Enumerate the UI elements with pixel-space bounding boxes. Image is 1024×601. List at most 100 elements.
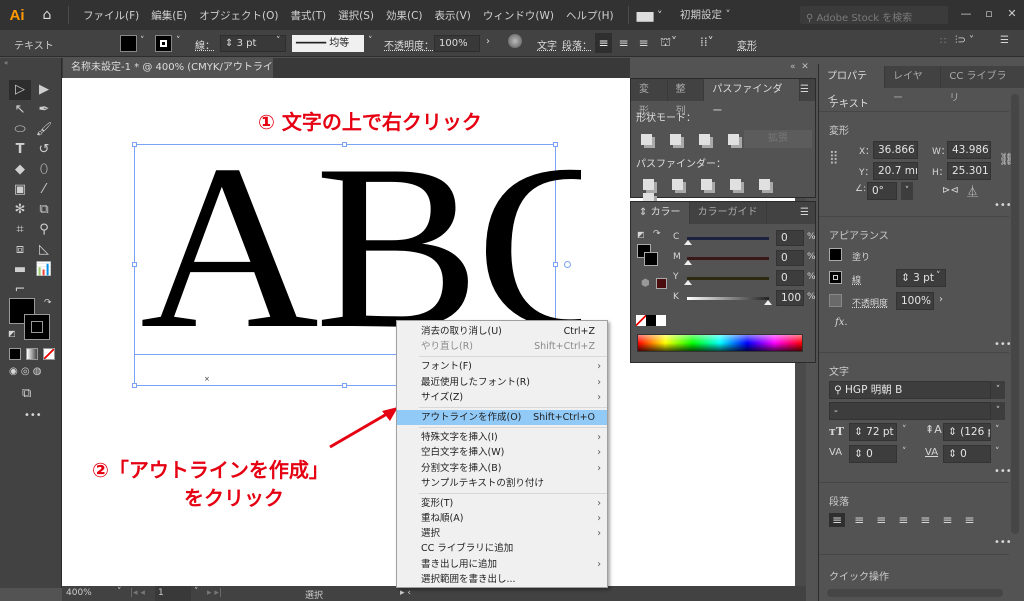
chevron-down-icon[interactable]: ˅ — [991, 381, 1005, 399]
vertical-scrollbar[interactable] — [1011, 94, 1019, 534]
align-center-button[interactable]: ≡ — [615, 33, 632, 53]
context-menu-item[interactable]: サンプルテキストの割り付け — [397, 476, 607, 491]
more-options-icon[interactable]: ••• — [994, 339, 1012, 350]
recolor-icon[interactable] — [508, 34, 522, 48]
panel-menu-icon[interactable]: ☰ — [1000, 35, 1009, 46]
maximize-button[interactable]: ▫ — [978, 6, 1000, 22]
fill-swatch[interactable] — [829, 248, 842, 261]
fill-label[interactable]: 塗り — [852, 250, 870, 263]
handle[interactable] — [342, 383, 347, 388]
opacity-input[interactable]: 100% — [896, 292, 934, 310]
fill-swatch[interactable] — [120, 35, 137, 52]
tab-color[interactable]: ⇕ カラー — [631, 202, 690, 224]
justify-right-button[interactable]: ≡ — [939, 513, 955, 527]
color-mode-icon[interactable] — [9, 348, 21, 360]
menu-item[interactable]: ファイル(F) — [77, 8, 145, 23]
context-menu-item[interactable]: 書き出し用に追加 › — [397, 557, 607, 572]
stroke-swatch[interactable] — [829, 271, 842, 284]
trim-icon[interactable] — [672, 179, 683, 190]
stroke-swatch[interactable] — [644, 252, 658, 266]
workspace-switcher[interactable]: 初期設定 ˅ — [680, 7, 731, 22]
last-page-icon[interactable]: ▸ ▸| — [207, 588, 222, 598]
zoom-level[interactable]: 400% — [66, 588, 92, 598]
grid-icon[interactable]: ∷ — [940, 36, 946, 47]
pen-tool-icon[interactable]: ✒ — [33, 100, 55, 120]
kerning-input[interactable]: ⇕ 0 — [849, 445, 897, 463]
channel-slider[interactable] — [687, 297, 769, 300]
tab-color-guide[interactable]: カラーガイド — [690, 202, 767, 224]
context-menu-item[interactable]: 最近使用したフォント(R) › — [397, 375, 607, 390]
context-menu-item[interactable]: 選択範囲を書き出し... — [397, 572, 607, 587]
chevron-down-icon[interactable]: ˅ — [368, 36, 373, 46]
context-menu-item[interactable]: 空白文字を挿入(W) › — [397, 445, 607, 460]
intersect-icon[interactable] — [699, 134, 710, 145]
tab-cc-libraries[interactable]: CC ライブラリ — [941, 66, 1024, 104]
menu-item[interactable]: オブジェクト(O) — [193, 8, 284, 23]
document-tab[interactable]: 名称未設定-1 * @ 400% (CMYK/アウトライン)✕ — [63, 58, 273, 93]
ellipse-tool-icon[interactable]: ⬭ — [9, 120, 31, 140]
channel-slider[interactable] — [687, 277, 769, 280]
stroke-style-dropdown[interactable]: ━━━━━ 均等 — [292, 35, 364, 52]
magic-wand-icon[interactable]: ↖ — [9, 100, 31, 120]
chevron-down-icon[interactable]: ˅ — [176, 36, 181, 46]
channel-value-input[interactable]: 0 — [776, 270, 804, 286]
justify-left-button[interactable]: ≡ — [895, 513, 911, 527]
color-spectrum[interactable] — [637, 334, 803, 352]
align-right-button[interactable]: ≡ — [635, 33, 652, 53]
tracking-input[interactable]: ⇕ 0 — [943, 445, 991, 463]
y-input[interactable]: 20.7 mn — [873, 162, 918, 180]
none-mode-icon[interactable] — [43, 348, 55, 360]
screen-mode-icon[interactable]: ⧉ — [22, 386, 31, 401]
slider-thumb[interactable] — [684, 280, 692, 285]
panel-menu-icon[interactable]: ☰ — [767, 202, 815, 224]
context-menu-item[interactable]: アウトラインを作成(O) Shift+Ctrl+O — [397, 409, 607, 426]
panel-controls[interactable]: « ✕ — [790, 62, 809, 72]
gradient-mode-icon[interactable] — [26, 348, 38, 360]
character-link[interactable]: 文字 — [537, 37, 557, 52]
outline-icon[interactable] — [759, 179, 770, 190]
more-tools-icon[interactable]: ••• — [24, 410, 42, 421]
blend-tool-icon[interactable]: ⧉ — [33, 200, 55, 220]
selection-tool-icon[interactable]: ▷ — [9, 80, 31, 100]
crop-tool-icon[interactable]: ⌗ — [9, 220, 31, 240]
context-menu-item[interactable]: 特殊文字を挿入(I) › — [397, 430, 607, 445]
handle[interactable] — [132, 383, 137, 388]
more-options-icon[interactable]: ••• — [994, 200, 1012, 211]
menu-item[interactable]: ウィンドウ(W) — [477, 8, 560, 23]
stroke-swatch[interactable] — [155, 35, 172, 52]
zoom-tool-icon[interactable]: ⚲ — [33, 220, 55, 240]
channel-slider[interactable] — [687, 257, 769, 260]
menu-item[interactable]: 選択(S) — [332, 8, 380, 23]
more-options-icon[interactable]: ••• — [994, 466, 1012, 477]
chevron-down-icon[interactable]: ˅ — [995, 425, 1000, 435]
more-options-icon[interactable]: ••• — [994, 537, 1012, 548]
stroke-color-swatch[interactable] — [24, 314, 50, 340]
chevron-down-icon[interactable]: ˅ — [117, 587, 122, 597]
menu-item[interactable]: 表示(V) — [429, 8, 477, 23]
direct-selection-tool-icon[interactable]: ▶ — [33, 80, 55, 100]
slider-thumb[interactable] — [684, 240, 692, 245]
context-menu-item[interactable]: 重ね順(A) › — [397, 511, 607, 526]
chevron-down-icon[interactable]: ˅ — [901, 182, 913, 200]
align-center-button[interactable]: ≡ — [851, 513, 867, 527]
context-menu-item[interactable]: 選択 › — [397, 526, 607, 541]
gradient-tool-icon[interactable]: ▣ — [9, 180, 31, 200]
chevron-down-icon[interactable]: ˅ — [991, 402, 1005, 420]
w-input[interactable]: 43.986 r — [947, 141, 991, 159]
arrange-documents-icon[interactable]: ▆▆ ˅ — [637, 9, 663, 22]
chevron-down-icon[interactable]: ˅ — [936, 271, 941, 281]
type-tool-icon[interactable]: T — [9, 140, 31, 160]
tab-layers[interactable]: レイヤー — [885, 66, 942, 104]
chevron-down-icon[interactable]: ˅ — [902, 425, 907, 435]
menu-item[interactable]: ヘルプ(H) — [560, 8, 620, 23]
divide-icon[interactable] — [643, 179, 654, 190]
reference-point-icon[interactable]: ⣿ — [829, 150, 839, 165]
chevron-down-icon[interactable]: ˅ — [140, 36, 145, 46]
opacity-label[interactable]: 不透明度 — [852, 296, 888, 309]
x-input[interactable]: 36.866 r — [873, 141, 918, 159]
fx-button[interactable]: fx. — [835, 317, 848, 328]
rotate-tool-icon[interactable]: ↺ — [33, 140, 55, 160]
justify-center-button[interactable]: ≡ — [917, 513, 933, 527]
opacity-input[interactable]: 100% — [434, 35, 480, 52]
flip-horizontal-icon[interactable]: ⊳⊲ — [942, 185, 959, 196]
